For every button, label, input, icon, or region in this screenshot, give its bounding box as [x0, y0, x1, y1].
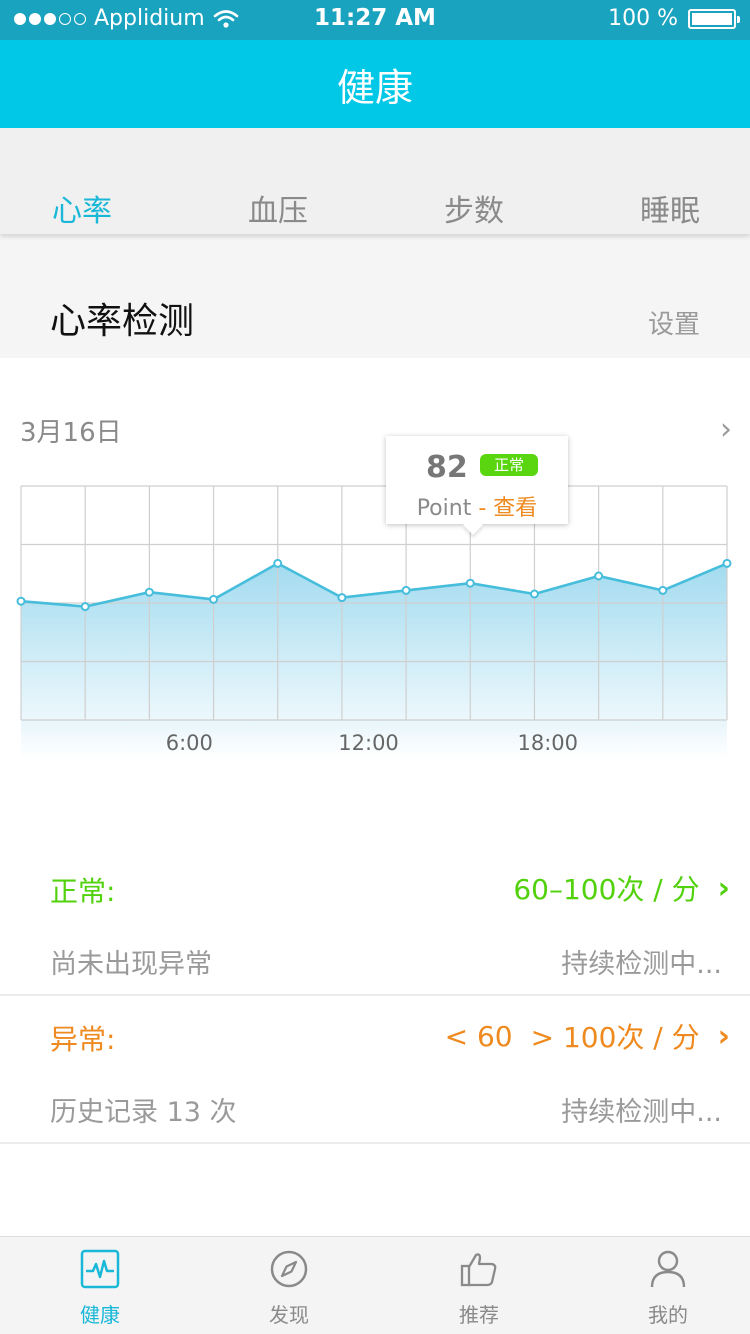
section-header: 心率检测 设置	[0, 234, 750, 358]
tabbar-item-recommend[interactable]: 推荐	[419, 1237, 539, 1334]
chart-data-point	[529, 589, 539, 599]
tabbar-label: 健康	[80, 1303, 120, 1327]
section-title: 心率检测	[50, 301, 195, 342]
abnormal-range-section[interactable]: 异常: < 60 > 100次 / 分 › 历史记录 13 次 持续检测中...	[0, 1006, 750, 1142]
compass-icon	[270, 1250, 308, 1288]
chart-data-point	[594, 571, 604, 581]
tab-sleep[interactable]: 睡眠	[640, 186, 700, 230]
abnormal-label: 异常:	[50, 1023, 116, 1056]
user-icon	[650, 1250, 686, 1288]
thumbs-up-icon	[460, 1253, 497, 1287]
chart-data-point	[16, 596, 26, 606]
chart-data-point	[209, 594, 219, 604]
chevron-right-icon[interactable]: ›	[718, 871, 730, 906]
chart-data-point	[465, 578, 475, 588]
normal-status: 尚未出现异常	[50, 949, 212, 980]
bottom-tab-bar: 健康 发现 推荐 我的	[0, 1236, 750, 1334]
data-point-tooltip[interactable]: 82 正常 Point - 查看	[386, 436, 568, 524]
chart-data-point	[273, 558, 283, 568]
normal-range: 60–100次 / 分 ›	[513, 868, 730, 908]
tabbar-item-me[interactable]: 我的	[608, 1237, 728, 1334]
tooltip-point-label: Point	[416, 496, 472, 521]
chart-data-point	[401, 585, 411, 595]
normal-detecting: 持续检测中...	[561, 949, 722, 980]
abnormal-range-high: > 100次 / 分	[530, 1021, 700, 1054]
view-detail-link[interactable]: 查看	[493, 496, 537, 521]
tab-steps[interactable]: 步数	[444, 186, 504, 230]
chart-x-tick-label: 12:00	[338, 731, 399, 755]
divider	[0, 994, 750, 996]
status-bar: Applidium 11:27 AM 100 %	[0, 0, 750, 40]
heartbeat-monitor-icon	[80, 1249, 120, 1289]
abnormal-range-low: < 60	[444, 1019, 513, 1053]
abnormal-history: 历史记录 13 次	[50, 1097, 237, 1128]
chart-data-point	[722, 558, 732, 568]
abnormal-detecting: 持续检测中...	[561, 1097, 722, 1128]
status-badge: 正常	[480, 454, 538, 476]
tooltip-separator: -	[471, 496, 494, 521]
abnormal-range: < 60 > 100次 / 分 ›	[445, 1016, 730, 1056]
tab-blood-pressure[interactable]: 血压	[248, 186, 308, 230]
battery-icon	[688, 8, 740, 29]
chart-area-fill	[21, 563, 727, 720]
tabbar-item-health[interactable]: 健康	[40, 1237, 160, 1334]
chart-x-tick-label: 6:00	[166, 731, 213, 755]
tab-heart-rate[interactable]: 心率	[52, 186, 112, 230]
tooltip-value: 82	[426, 450, 468, 485]
tabbar-label: 推荐	[459, 1303, 499, 1327]
tabbar-label: 我的	[648, 1303, 688, 1327]
chart-x-tick-label: 18:00	[518, 731, 579, 755]
chart-data-point	[658, 585, 668, 595]
heart-rate-chart-card: 3月16日 › 6:00 12:00 18:00	[0, 358, 750, 828]
normal-range-value: 60–100次 / 分	[513, 873, 700, 906]
heart-rate-chart: 6:00 12:00 18:00	[16, 485, 732, 758]
normal-range-section[interactable]: 正常: 60–100次 / 分 › 尚未出现异常 持续检测中...	[0, 858, 750, 994]
navigation-bar: 健康	[0, 40, 750, 128]
battery-percent: 100 %	[608, 6, 678, 31]
page-title: 健康	[336, 65, 413, 110]
settings-button[interactable]: 设置	[648, 304, 700, 341]
divider	[0, 1142, 750, 1144]
chevron-right-icon[interactable]: ›	[718, 1019, 730, 1054]
tabbar-item-discover[interactable]: 发现	[229, 1237, 349, 1334]
chart-data-point	[80, 602, 90, 612]
chart-data-point	[337, 593, 347, 603]
normal-label: 正常:	[50, 875, 116, 908]
tabbar-label: 发现	[269, 1303, 309, 1327]
category-tabs: 心率 血压 步数 睡眠	[0, 128, 750, 234]
chart-data-point	[144, 587, 154, 597]
